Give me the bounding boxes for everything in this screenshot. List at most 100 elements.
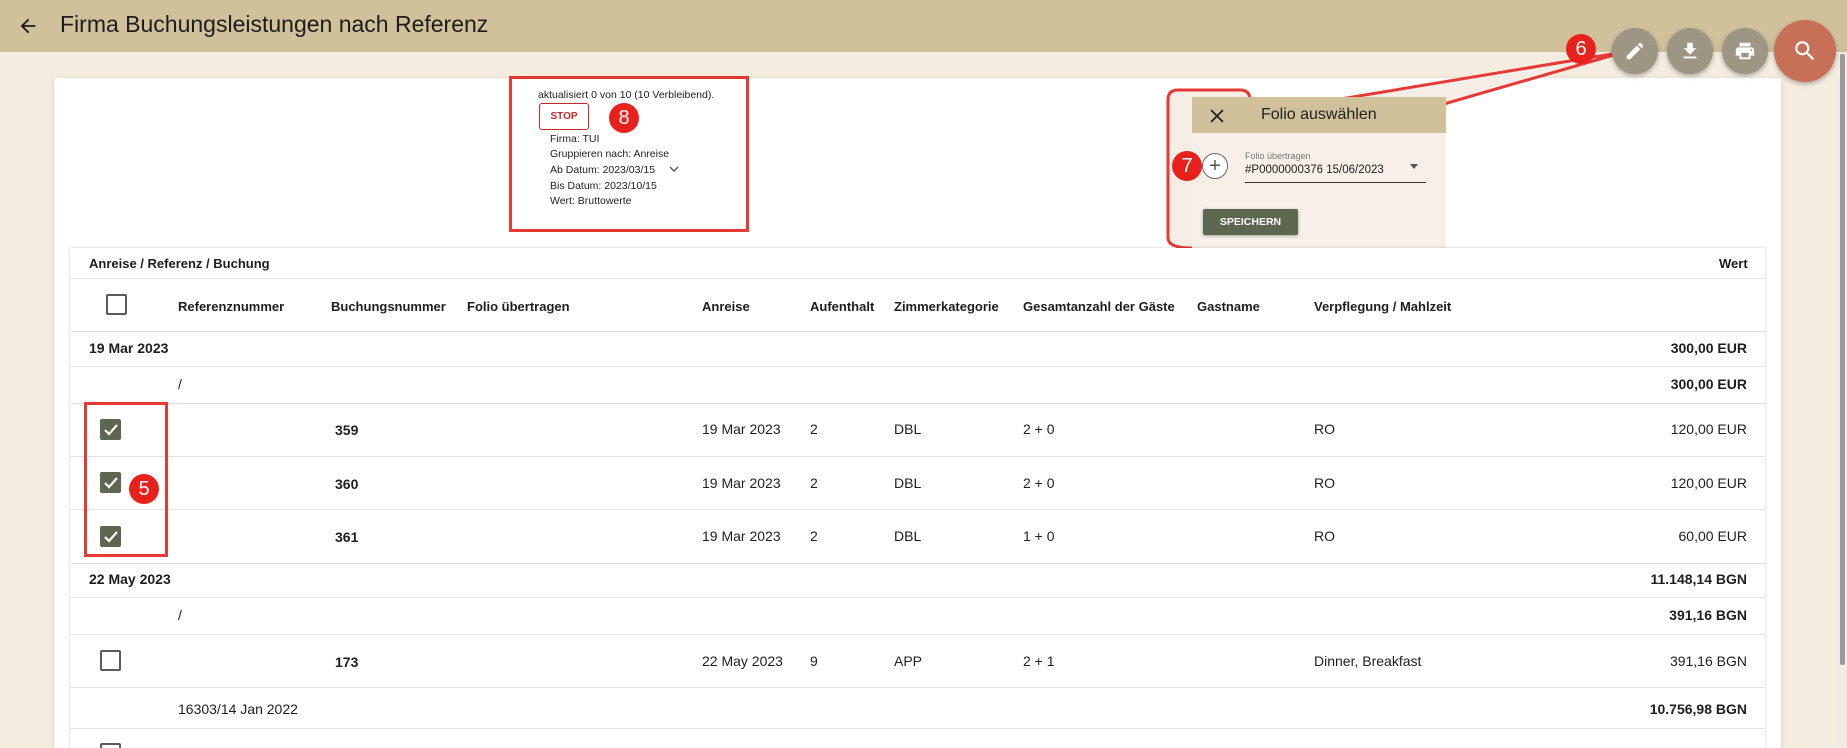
group-date: 22 May 2023 <box>89 571 171 587</box>
filter-to-date: Bis Datum: 2023/10/15 <box>550 180 657 192</box>
meal-plan: Dinner, Breakfast <box>1314 653 1422 669</box>
col-total-guests[interactable]: Gesamtanzahl der Gäste <box>1023 299 1175 314</box>
divider <box>70 563 1765 564</box>
subgroup-total: 10.756,98 BGN <box>1649 701 1747 717</box>
row-value: 120,00 EUR <box>1670 475 1747 491</box>
divider <box>70 634 1765 635</box>
group-total: 11.148,14 BGN <box>1650 571 1747 587</box>
stay-length: 2 <box>810 421 818 437</box>
add-folio-button[interactable]: + <box>1202 153 1228 179</box>
close-button[interactable] <box>1206 105 1228 127</box>
annotation-badge-8: 8 <box>609 103 639 133</box>
folio-transfer-select[interactable]: Folio übertragen #P0000000376 15/06/2023 <box>1245 151 1426 183</box>
filter-from-date: Ab Datum: 2023/03/15 <box>550 164 656 176</box>
row-checkbox[interactable] <box>100 650 121 671</box>
subgroup-total: 300,00 EUR <box>1670 376 1747 392</box>
col-meal-plan[interactable]: Verpflegung / Mahlzeit <box>1314 299 1451 314</box>
subgroup-reference: / <box>178 607 182 623</box>
room-category: DBL <box>894 475 922 491</box>
row-value: 60,00 EUR <box>1678 528 1747 544</box>
row-value: 120,00 EUR <box>1670 421 1747 437</box>
progress-status: aktualisiert 0 von 10 (10 Verbleibend). <box>538 89 715 101</box>
col-folio-transfer[interactable]: Folio übertragen <box>467 299 570 314</box>
col-guest-name[interactable]: Gastname <box>1197 299 1260 314</box>
booking-number[interactable]: 360 <box>335 476 358 492</box>
arrival-date: 19 Mar 2023 <box>702 528 781 544</box>
subgroup-reference: / <box>178 376 182 392</box>
room-category: DBL <box>894 421 922 437</box>
booking-number[interactable]: 359 <box>335 422 358 438</box>
col-stay[interactable]: Aufenthalt <box>810 299 874 314</box>
stay-length: 2 <box>810 528 818 544</box>
meal-plan: RO <box>1314 475 1335 491</box>
pencil-icon <box>1626 42 1644 60</box>
select-all-checkbox[interactable] <box>106 294 127 315</box>
caret-down-icon <box>1410 164 1418 169</box>
stay-length: 2 <box>810 475 818 491</box>
group-date: 19 Mar 2023 <box>89 340 169 356</box>
save-button[interactable]: SPEICHERN <box>1203 209 1298 235</box>
group-header: Anreise / Referenz / Buchung <box>89 256 270 271</box>
annotation-badge-7: 7 <box>1172 151 1202 181</box>
download-button[interactable] <box>1667 28 1713 74</box>
folio-transfer-value: #P0000000376 15/06/2023 <box>1245 164 1384 176</box>
folio-dialog: Folio auswählen + Folio übertragen #P000… <box>1192 97 1446 248</box>
search-icon <box>1795 41 1815 61</box>
meal-plan: RO <box>1314 528 1335 544</box>
close-icon <box>1210 109 1224 123</box>
folio-dialog-header: Folio auswählen <box>1192 97 1446 133</box>
guest-count: 2 + 0 <box>1023 421 1055 437</box>
arrow-left-icon <box>20 18 36 34</box>
subgroup-total: 391,16 BGN <box>1669 607 1747 623</box>
row-value: 391,16 BGN <box>1669 653 1747 669</box>
group-total: 300,00 EUR <box>1670 340 1747 356</box>
col-reference-number[interactable]: Referenznummer <box>178 299 284 314</box>
divider <box>70 278 1765 279</box>
divider <box>70 687 1765 688</box>
chevron-down-icon[interactable] <box>668 163 680 175</box>
filter-group: Gruppieren nach: Anreise <box>550 148 670 160</box>
filter-value: Wert: Bruttowerte <box>550 195 632 207</box>
annotation-badge-5: 5 <box>129 474 159 504</box>
booking-number[interactable]: 361 <box>335 529 358 545</box>
col-arrival[interactable]: Anreise <box>702 299 750 314</box>
download-icon <box>1683 42 1697 59</box>
stop-button[interactable]: STOP <box>539 103 589 130</box>
page-title: Firma Buchungsleistungen nach Referenz <box>60 11 489 37</box>
annotation-badge-6: 6 <box>1566 34 1596 64</box>
divider <box>70 509 1765 510</box>
arrival-date: 19 Mar 2023 <box>702 421 781 437</box>
search-button[interactable] <box>1774 20 1836 82</box>
filter-firma: Firma: TUI <box>550 133 600 145</box>
edit-button[interactable] <box>1612 28 1658 74</box>
divider <box>70 456 1765 457</box>
arrival-date: 22 May 2023 <box>702 653 783 669</box>
printer-icon <box>1735 42 1755 60</box>
room-category: APP <box>894 653 923 669</box>
meal-plan: RO <box>1314 421 1335 437</box>
guest-count: 2 + 0 <box>1023 475 1055 491</box>
folio-dialog-title: Folio auswählen <box>1261 106 1377 123</box>
arrival-date: 19 Mar 2023 <box>702 475 781 491</box>
booking-number[interactable]: 173 <box>335 654 358 670</box>
plus-icon: + <box>1209 155 1221 177</box>
back-button[interactable] <box>10 8 46 44</box>
divider <box>70 597 1765 598</box>
value-header: Wert <box>1719 256 1748 271</box>
divider <box>70 403 1765 404</box>
folio-transfer-label: Folio übertragen <box>1245 151 1311 161</box>
booking-table <box>70 248 1765 748</box>
divider <box>70 728 1765 729</box>
guest-count: 2 + 1 <box>1023 653 1055 669</box>
print-button[interactable] <box>1722 28 1768 74</box>
room-category: DBL <box>894 528 922 544</box>
row-checkbox[interactable] <box>100 743 121 748</box>
stay-length: 9 <box>810 653 818 669</box>
col-room-category[interactable]: Zimmerkategorie <box>894 299 999 314</box>
col-booking-number[interactable]: Buchungsnummer <box>331 299 446 314</box>
scrollbar-thumb[interactable] <box>1840 54 1845 665</box>
divider <box>70 366 1765 367</box>
divider <box>70 331 1765 332</box>
guest-count: 1 + 0 <box>1023 528 1055 544</box>
subgroup-reference: 16303/14 Jan 2022 <box>178 701 298 717</box>
